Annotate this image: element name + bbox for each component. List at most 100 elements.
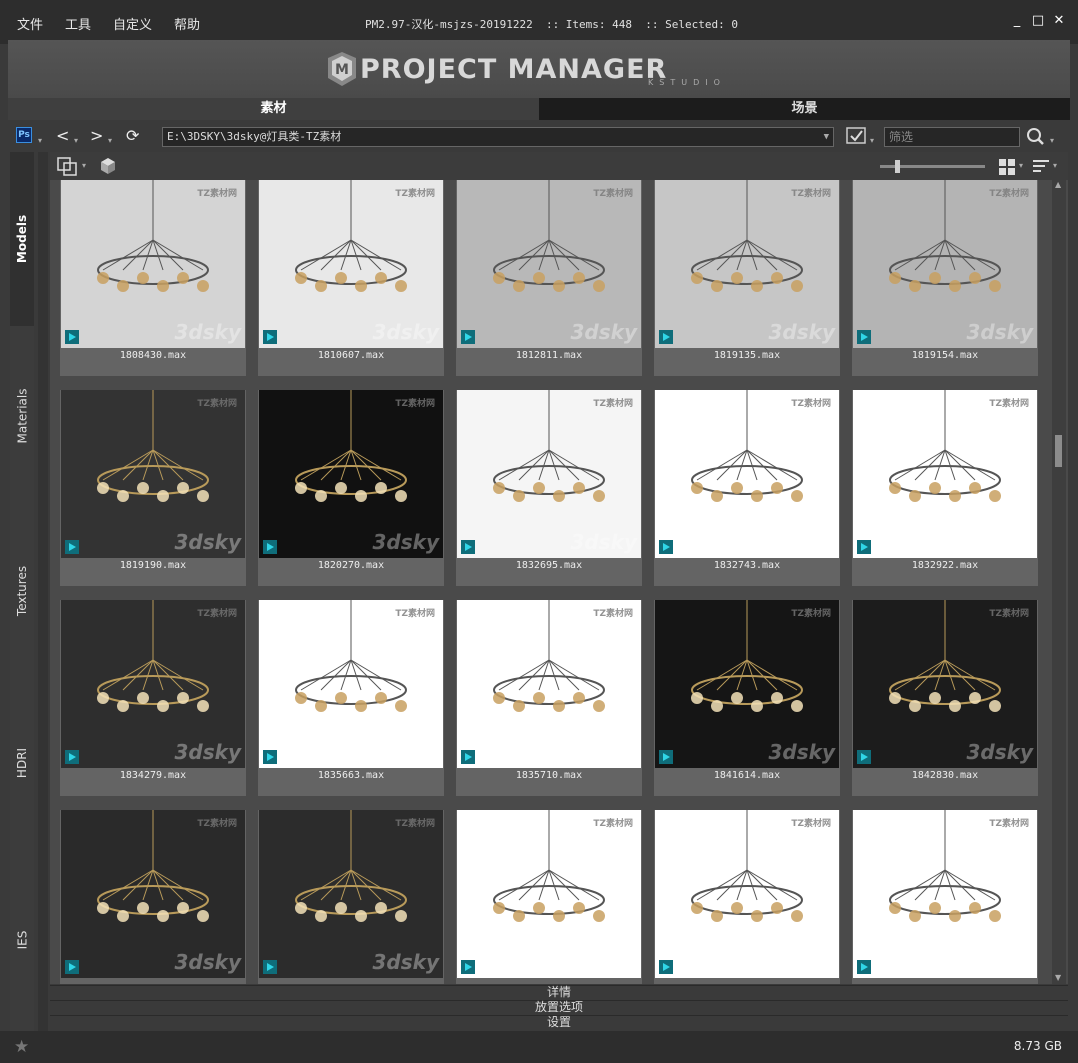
asset-thumbnail[interactable]: TZ素材网 3dsky 1820270.max bbox=[258, 390, 444, 586]
3dsmax-file-icon bbox=[65, 540, 79, 554]
minimize-button[interactable]: _ bbox=[1010, 13, 1024, 29]
grid-view-icon[interactable] bbox=[998, 158, 1016, 176]
main-tabs: 素材 场景 bbox=[8, 98, 1070, 120]
settings-panel-header[interactable]: 设置 bbox=[50, 1015, 1068, 1029]
forward-dropdown-icon[interactable]: ▾ bbox=[108, 132, 112, 150]
pm-logo-icon: M bbox=[328, 52, 356, 86]
settings-panel-label: 设置 bbox=[546, 1015, 571, 1029]
tz-watermark: TZ素材网 bbox=[197, 609, 237, 619]
asset-filename: 1835710.max bbox=[515, 770, 583, 781]
filter-input[interactable]: 筛选 bbox=[884, 127, 1020, 147]
3dsky-watermark: 3dsky bbox=[372, 950, 439, 974]
asset-preview-image: TZ素材网 3dsky bbox=[259, 600, 443, 768]
checklist-icon[interactable] bbox=[846, 127, 868, 145]
placement-panel-label: 放置选项 bbox=[534, 1000, 583, 1014]
asset-thumbnail[interactable]: TZ素材网 3dsky 1832922.max bbox=[852, 390, 1038, 586]
asset-thumbnail[interactable]: TZ素材网 3dsky 1841614.max bbox=[654, 600, 840, 796]
asset-preview-image: TZ素材网 3dsky bbox=[61, 810, 245, 978]
side-tab-materials[interactable]: Materials bbox=[10, 326, 34, 506]
3dsky-watermark: 3dsky bbox=[570, 950, 637, 974]
asset-thumbnail[interactable]: TZ素材网 3dsky 1819135.max bbox=[654, 180, 840, 376]
asset-thumbnail[interactable]: TZ素材网 3dsky bbox=[60, 810, 246, 984]
asset-thumbnail[interactable]: TZ素材网 3dsky bbox=[456, 810, 642, 984]
photoshop-icon[interactable]: Ps bbox=[16, 127, 32, 143]
ps-dropdown-icon[interactable]: ▾ bbox=[38, 132, 42, 150]
asset-thumbnail[interactable]: TZ素材网 3dsky 1832743.max bbox=[654, 390, 840, 586]
asset-thumbnail[interactable]: TZ素材网 3dsky 1842830.max bbox=[852, 600, 1038, 796]
side-tab-ies[interactable]: IES bbox=[10, 850, 34, 1030]
asset-thumbnail[interactable]: TZ素材网 3dsky 1819154.max bbox=[852, 180, 1038, 376]
3dsmax-file-icon bbox=[65, 750, 79, 764]
asset-thumbnail[interactable]: TZ素材网 3dsky 1808430.max bbox=[60, 180, 246, 376]
3dsky-watermark: 3dsky bbox=[570, 530, 637, 554]
asset-thumbnail[interactable]: TZ素材网 3dsky 1835710.max bbox=[456, 600, 642, 796]
asset-thumbnail[interactable]: TZ素材网 3dsky bbox=[654, 810, 840, 984]
3dsky-watermark: 3dsky bbox=[174, 950, 241, 974]
3dsky-watermark: 3dsky bbox=[966, 530, 1033, 554]
banner: M PROJECT MANAGER KSTUDIO bbox=[8, 40, 1070, 98]
menu-help[interactable]: 帮助 bbox=[174, 14, 200, 33]
favorite-star-icon[interactable]: ★ bbox=[14, 1037, 29, 1057]
sort-dropdown-icon[interactable]: ▾ bbox=[1053, 161, 1057, 170]
sync-dropdown-icon[interactable]: ▾ bbox=[82, 161, 86, 170]
title-bar: 文件 工具 自定义 帮助 PM2.97-汉化-msjzs-20191222 ::… bbox=[0, 0, 1078, 44]
asset-preview-image: TZ素材网 3dsky bbox=[655, 180, 839, 348]
slider-handle[interactable] bbox=[895, 160, 900, 173]
asset-thumbnail[interactable]: TZ素材网 3dsky bbox=[852, 810, 1038, 984]
asset-thumbnail[interactable]: TZ素材网 3dsky 1835663.max bbox=[258, 600, 444, 796]
sort-icon[interactable] bbox=[1032, 158, 1050, 176]
back-dropdown-icon[interactable]: ▾ bbox=[74, 132, 78, 150]
refresh-icon[interactable]: ⟳ bbox=[126, 127, 139, 145]
search-dropdown-icon[interactable]: ▾ bbox=[1050, 132, 1054, 150]
3dsmax-file-icon bbox=[659, 750, 673, 764]
side-tab-textures[interactable]: Textures bbox=[10, 506, 34, 676]
side-tab-hdri[interactable]: HDRI bbox=[10, 676, 34, 850]
view-dropdown-icon[interactable]: ▾ bbox=[1019, 161, 1023, 170]
sync-icon[interactable] bbox=[56, 156, 80, 176]
menu-tools[interactable]: 工具 bbox=[65, 14, 91, 33]
asset-thumbnail[interactable]: TZ素材网 3dsky 1834279.max bbox=[60, 600, 246, 796]
scrollbar-thumb[interactable] bbox=[1055, 435, 1062, 467]
3dsmax-file-icon bbox=[65, 330, 79, 344]
tz-watermark: TZ素材网 bbox=[395, 399, 435, 409]
3dsmax-file-icon bbox=[659, 330, 673, 344]
asset-preview-image: TZ素材网 3dsky bbox=[457, 180, 641, 348]
asset-thumbnail[interactable]: TZ素材网 3dsky 1810607.max bbox=[258, 180, 444, 376]
scroll-down-icon[interactable]: ▼ bbox=[1055, 973, 1061, 982]
back-icon[interactable]: < bbox=[56, 127, 69, 145]
asset-thumbnail[interactable]: TZ素材网 3dsky 1832695.max bbox=[456, 390, 642, 586]
path-input[interactable]: E:\3DSKY\3dsky@灯具类-TZ素材 ▼ bbox=[162, 127, 834, 147]
model-info-icon[interactable] bbox=[98, 156, 120, 176]
maximize-button[interactable]: □ bbox=[1031, 13, 1045, 29]
tab-scenes[interactable]: 场景 bbox=[539, 98, 1070, 120]
tz-watermark: TZ素材网 bbox=[395, 189, 435, 199]
close-button[interactable]: ✕ bbox=[1052, 13, 1066, 29]
sidebar-splitter[interactable] bbox=[38, 152, 48, 1032]
placement-panel-header[interactable]: 放置选项 bbox=[50, 1000, 1068, 1014]
asset-preview-image: TZ素材网 3dsky bbox=[259, 810, 443, 978]
details-panel-header[interactable]: 详情 bbox=[50, 985, 1068, 999]
asset-filename bbox=[852, 980, 1038, 984]
tab-assets[interactable]: 素材 bbox=[8, 98, 539, 120]
tz-watermark: TZ素材网 bbox=[989, 189, 1029, 199]
asset-thumbnail[interactable]: TZ素材网 3dsky 1812811.max bbox=[456, 180, 642, 376]
menu-customize[interactable]: 自定义 bbox=[113, 14, 152, 33]
3dsmax-file-icon bbox=[461, 540, 475, 554]
scroll-up-icon[interactable]: ▲ bbox=[1055, 180, 1061, 189]
3dsmax-file-icon bbox=[461, 330, 475, 344]
3dsky-watermark: 3dsky bbox=[768, 740, 835, 764]
asset-thumbnail[interactable]: TZ素材网 3dsky bbox=[258, 810, 444, 984]
asset-filename bbox=[60, 980, 246, 984]
path-dropdown-icon[interactable]: ▼ bbox=[824, 128, 829, 146]
tz-watermark: TZ素材网 bbox=[989, 819, 1029, 829]
3dsmax-file-icon bbox=[461, 960, 475, 974]
vertical-scrollbar[interactable]: ▲ ▼ bbox=[1052, 180, 1066, 984]
menu-file[interactable]: 文件 bbox=[17, 14, 43, 33]
side-tab-models[interactable]: Models bbox=[10, 152, 34, 326]
asset-thumbnail[interactable]: TZ素材网 3dsky 1819190.max bbox=[60, 390, 246, 586]
search-icon[interactable] bbox=[1026, 127, 1046, 145]
asset-filename: 1810607.max bbox=[317, 350, 385, 361]
3dsky-watermark: 3dsky bbox=[570, 740, 637, 764]
checklist-dropdown-icon[interactable]: ▾ bbox=[870, 132, 874, 150]
forward-icon[interactable]: > bbox=[90, 127, 103, 145]
